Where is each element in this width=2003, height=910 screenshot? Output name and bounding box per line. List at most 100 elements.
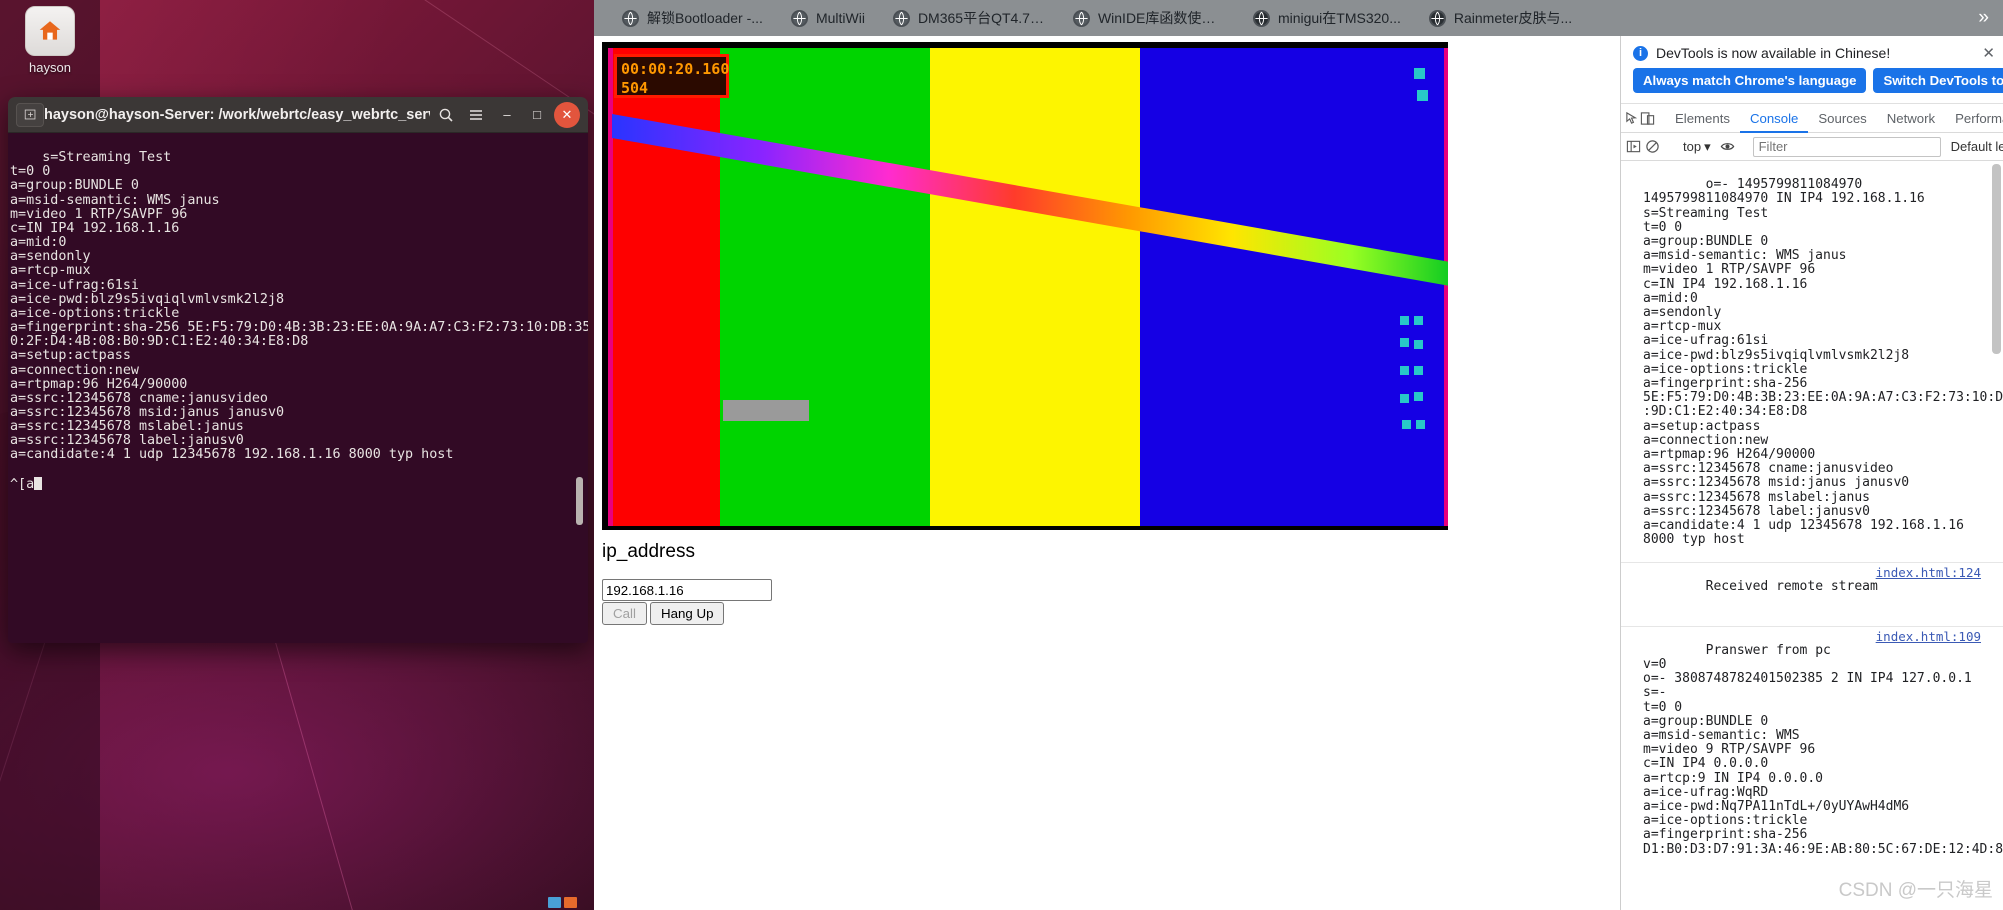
timecode-line-2: 504 xyxy=(621,79,726,98)
search-icon[interactable] xyxy=(432,102,460,128)
console-filter-bar: top ▾ Default levels ▾ No Issues xyxy=(1621,133,2003,161)
devtools-panel: i DevTools is now available in Chinese! … xyxy=(1620,36,2003,910)
console-scrollbar-thumb[interactable] xyxy=(1992,164,2001,354)
video-noise-square xyxy=(1400,366,1409,375)
taskbar-indicator xyxy=(564,897,577,908)
ip-address-label: ip_address xyxy=(602,541,695,563)
execution-context-selector[interactable]: top ▾ xyxy=(1678,139,1716,155)
minimize-button[interactable]: – xyxy=(494,102,520,128)
globe-icon xyxy=(622,10,639,27)
video-noise-square xyxy=(1402,420,1411,429)
chrome-tabstrip: 解锁Bootloader -... MultiWii DM365平台QT4.7.… xyxy=(594,0,2003,36)
browser-tab-label: minigui在TMS320... xyxy=(1278,8,1401,28)
tab-performance[interactable]: Performance xyxy=(1945,104,2003,133)
browser-tab[interactable]: MultiWii xyxy=(777,0,879,36)
close-button[interactable]: ✕ xyxy=(554,102,580,128)
web-page-viewport: 00:00:20.160 504 ip_address Call xyxy=(594,36,1620,910)
video-noise-square xyxy=(1417,90,1428,101)
log-levels-selector[interactable]: Default levels ▾ xyxy=(1945,139,2003,155)
chrome-browser-window: 解锁Bootloader -... MultiWii DM365平台QT4.7.… xyxy=(594,0,2003,910)
eye-glyph xyxy=(1720,139,1735,154)
notice-button-row: Always match Chrome's language Switch De… xyxy=(1633,68,1991,93)
live-expression-icon[interactable] xyxy=(1720,133,1735,160)
video-noise-square xyxy=(1414,366,1423,375)
console-message-source-link[interactable]: index.html:109 xyxy=(1876,630,1981,644)
video-noise-square xyxy=(1416,420,1425,429)
video-noise-square xyxy=(1400,338,1409,347)
browser-tab[interactable]: WinIDE库函数使用... xyxy=(1059,0,1239,36)
clear-console-icon[interactable] xyxy=(1645,133,1660,160)
new-tab-icon[interactable] xyxy=(16,103,44,127)
inspect-element-icon[interactable] xyxy=(1625,105,1640,132)
browser-tab-label: DM365平台QT4.7.... xyxy=(918,8,1045,28)
browser-tab[interactable]: Rainmeter皮肤与... xyxy=(1415,0,1586,36)
console-message-text: o=- 1495799811084970 1495799811084970 IN… xyxy=(1643,177,2003,547)
video-edge-marker xyxy=(608,48,613,526)
globe-icon xyxy=(1429,10,1446,27)
hamburger-menu-icon[interactable] xyxy=(462,102,490,128)
terminal-cursor xyxy=(34,477,42,490)
home-folder-icon[interactable] xyxy=(25,6,75,56)
search-glyph xyxy=(438,107,454,123)
globe-icon xyxy=(1253,10,1270,27)
maximize-button[interactable]: □ xyxy=(524,102,550,128)
video-noise-square xyxy=(1414,316,1423,325)
terminal-title: hayson@hayson-Server: /work/webrtc/easy_… xyxy=(44,107,430,123)
color-bar-green xyxy=(720,48,930,526)
info-icon: i xyxy=(1633,46,1648,61)
terminal-scrollbar-thumb[interactable] xyxy=(576,477,583,525)
console-message: o=- 1495799811084970 1495799811084970 IN… xyxy=(1621,164,2003,562)
chevron-down-icon: ▾ xyxy=(1704,139,1711,155)
notice-text: DevTools is now available in Chinese! xyxy=(1656,45,1890,61)
console-message-source-link[interactable]: index.html:124 xyxy=(1876,566,1981,580)
terminal-titlebar[interactable]: hayson@hayson-Server: /work/webrtc/easy_… xyxy=(8,97,588,133)
device-toolbar-icon[interactable] xyxy=(1640,105,1655,132)
devtools-tabbar: Elements Console Sources Network Perform… xyxy=(1621,104,2003,133)
terminal-window[interactable]: hayson@hayson-Server: /work/webrtc/easy_… xyxy=(8,97,588,643)
hamburger-glyph xyxy=(468,107,484,123)
close-icon[interactable]: ✕ xyxy=(1982,44,1995,62)
tab-sources[interactable]: Sources xyxy=(1808,104,1876,133)
console-message-text: Pranswer from pc v=0 o=- 380874878240150… xyxy=(1643,643,2003,857)
tab-console[interactable]: Console xyxy=(1740,104,1808,133)
video-noise-square xyxy=(1414,340,1423,349)
hang-up-button[interactable]: Hang Up xyxy=(650,602,724,625)
console-output[interactable]: o=- 1495799811084970 1495799811084970 IN… xyxy=(1621,161,2003,910)
console-sidebar-icon[interactable] xyxy=(1626,133,1641,160)
video-noise-square xyxy=(1400,394,1409,403)
video-gray-block xyxy=(723,400,809,421)
video-player[interactable]: 00:00:20.160 504 xyxy=(602,42,1448,530)
console-message-text: Received remote stream xyxy=(1706,579,1878,594)
ip-address-input[interactable] xyxy=(602,579,772,601)
console-filter-input[interactable] xyxy=(1753,137,1941,157)
desktop-taskbar-indicators xyxy=(548,894,594,910)
switch-devtools-language-button[interactable]: Switch DevTools to Chinese xyxy=(1873,68,2003,93)
always-match-language-button[interactable]: Always match Chrome's language xyxy=(1633,68,1866,93)
globe-icon xyxy=(791,10,808,27)
timecode-line-1: 00:00:20.160 xyxy=(621,60,726,79)
browser-tab-label: Rainmeter皮肤与... xyxy=(1454,8,1572,28)
video-noise-square xyxy=(1414,68,1425,79)
browser-tab[interactable]: DM365平台QT4.7.... xyxy=(879,0,1059,36)
tab-elements[interactable]: Elements xyxy=(1665,104,1740,133)
color-bar-yellow xyxy=(930,48,1140,526)
home-icon xyxy=(37,18,63,44)
watermark-text: CSDN @一只海星 xyxy=(1839,875,1993,902)
color-bar-red xyxy=(608,48,720,526)
video-test-pattern: 00:00:20.160 504 xyxy=(608,48,1448,526)
globe-icon xyxy=(893,10,910,27)
terminal-output[interactable]: s=Streaming Test t=0 0 a=group:BUNDLE 0 … xyxy=(8,133,588,643)
dock-user-label: hayson xyxy=(0,60,100,75)
globe-icon xyxy=(1073,10,1090,27)
browser-tab[interactable]: 解锁Bootloader -... xyxy=(608,0,777,36)
tab-network[interactable]: Network xyxy=(1877,104,1945,133)
levels-label: Default levels xyxy=(1951,139,2003,154)
tabstrip-overflow-button[interactable]: » xyxy=(1978,7,1989,29)
browser-tab[interactable]: minigui在TMS320... xyxy=(1239,0,1415,36)
color-bar-blue xyxy=(1140,48,1448,526)
browser-tab-label: 解锁Bootloader -... xyxy=(647,8,763,28)
video-edge-marker xyxy=(1444,48,1448,526)
context-label: top xyxy=(1683,139,1701,154)
console-message: Pranswer from pc v=0 o=- 380874878240150… xyxy=(1621,626,2003,889)
call-button[interactable]: Call xyxy=(602,602,647,625)
